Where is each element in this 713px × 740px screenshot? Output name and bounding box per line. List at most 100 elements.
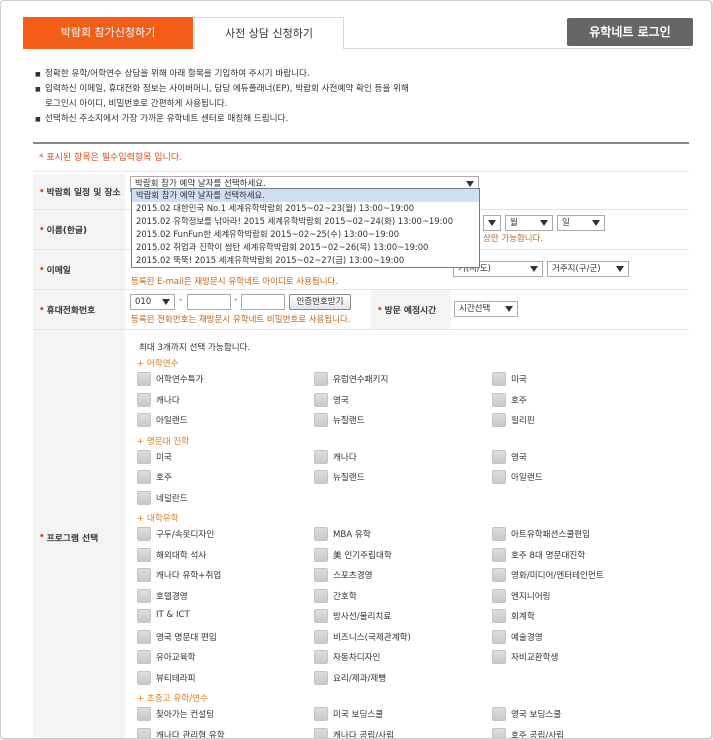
phone-last-input[interactable] [241,294,285,310]
program-checkbox-label[interactable]: 뉴질랜드 [333,471,365,483]
program-checkbox[interactable] [137,588,151,603]
program-checkbox-label[interactable]: IT & ICT [156,610,190,620]
program-checkbox-label[interactable]: 비즈니스(국제관계학) [333,631,411,643]
program-checkbox[interactable] [137,650,151,664]
program-checkbox-label[interactable]: 영화/미디어/엔터테인먼트 [511,569,604,581]
program-checkbox[interactable] [137,670,151,685]
program-checkbox[interactable] [137,490,151,505]
program-checkbox[interactable] [137,392,151,407]
program-checkbox[interactable] [492,609,506,623]
program-checkbox-label[interactable]: 영국 보딩스쿨 [511,708,561,720]
program-checkbox-label[interactable]: 아트유학패션스쿨편입 [511,528,590,540]
program-checkbox[interactable] [137,707,151,721]
program-checkbox-label[interactable]: 캐나다 공립/사립 [333,729,394,739]
program-checkbox[interactable] [492,449,506,464]
program-checkbox[interactable] [314,588,328,603]
program-checkbox-label[interactable]: 예술경영 [511,631,543,643]
program-checkbox-label[interactable]: 요리/제과/제빵 [333,672,386,684]
program-checkbox[interactable] [314,547,328,562]
program-checkbox[interactable] [492,650,506,664]
program-checkbox[interactable] [137,470,151,484]
program-checkbox[interactable] [492,588,506,603]
visit-time-select[interactable]: 시간선택 [454,301,518,317]
verify-code-button[interactable]: 인증번호받기 [289,294,351,310]
program-checkbox-label[interactable]: 회계학 [511,610,535,622]
program-checkbox-label[interactable]: 영국 [511,451,527,463]
birth-day-select[interactable]: 일 [557,215,605,231]
program-checkbox-label[interactable]: 구두/속옷디자인 [156,528,214,540]
district-select[interactable]: 거주지(구/군) [547,261,629,277]
program-checkbox-label[interactable]: 호텔경영 [156,590,188,602]
program-checkbox[interactable] [492,547,506,562]
program-checkbox-label[interactable]: 美 인기주립대학 [333,549,392,561]
program-checkbox[interactable] [137,727,151,738]
program-checkbox-label[interactable]: 자동차디자인 [333,651,380,663]
login-button[interactable]: 유학네트 로그인 [567,18,693,46]
program-checkbox[interactable] [314,568,328,582]
schedule-option[interactable]: 2015.02 대한민국 No.1 세계유학박람회 2015~02~23(월) … [132,202,479,215]
program-checkbox[interactable] [492,470,506,484]
program-checkbox[interactable] [314,413,328,427]
program-checkbox-label[interactable]: 아일랜드 [511,471,543,483]
program-checkbox[interactable] [314,392,328,407]
program-checkbox[interactable] [314,707,328,721]
program-checkbox[interactable] [137,527,151,541]
program-checkbox-label[interactable]: 네덜란드 [156,492,188,504]
program-checkbox-label[interactable]: 영국 명문대 편입 [156,631,217,643]
program-checkbox-label[interactable]: 엔지니어링 [511,590,551,602]
program-checkbox[interactable] [492,727,506,738]
program-checkbox-label[interactable]: 호주 [511,394,527,406]
schedule-option[interactable]: 2015.02 FunFun한 세계유학박람회 2015~02~25(수) 13… [132,228,479,241]
program-checkbox-label[interactable]: 유아교육학 [156,651,196,663]
program-checkbox-label[interactable]: 캐나다 [156,394,180,406]
tab-pre-consultation[interactable]: 사전 상담 신청하기 [194,17,344,49]
schedule-option[interactable]: 2015.02 취업과 진학이 쌈탄 세계유학박람회 2015~02~26(목)… [132,241,479,254]
program-checkbox[interactable] [137,413,151,427]
schedule-option[interactable]: 박람회 참가 예약 날자를 선택하세요. [132,189,479,202]
program-checkbox[interactable] [314,629,328,644]
program-checkbox[interactable] [314,650,328,664]
program-checkbox[interactable] [314,470,328,484]
program-checkbox-label[interactable]: 호주 8대 명문대진학 [511,549,585,561]
phone-middle-input[interactable] [187,294,231,310]
program-checkbox-label[interactable]: 뷰티테라피 [156,672,196,684]
program-checkbox-label[interactable]: 스포츠경영 [333,569,373,581]
program-checkbox-label[interactable]: 캐나다 [333,451,357,463]
program-checkbox[interactable] [492,707,506,721]
program-checkbox[interactable] [314,609,328,623]
program-checkbox[interactable] [314,372,328,386]
program-checkbox-label[interactable]: 간호학 [333,590,357,602]
program-checkbox-label[interactable]: MBA 유학 [333,528,371,540]
program-checkbox[interactable] [492,568,506,582]
program-checkbox[interactable] [492,629,506,644]
program-checkbox-label[interactable]: 호주 [156,471,172,483]
program-checkbox-label[interactable]: 찾아가는 컨설팅 [156,708,214,720]
program-checkbox[interactable] [492,372,506,386]
program-checkbox-label[interactable]: 미국 [156,451,172,463]
program-checkbox[interactable] [492,413,506,427]
program-checkbox-label[interactable]: 아일랜드 [156,414,188,426]
program-checkbox-label[interactable]: 유럽연수패키지 [333,373,388,385]
program-checkbox[interactable] [137,609,151,623]
program-checkbox-label[interactable]: 방사선/물리치료 [333,610,391,622]
program-checkbox-label[interactable]: 미국 [511,373,527,385]
schedule-option[interactable]: 2015.02 유학정보를 낚아라! 2015 세계유학박람회 2015~02~… [132,215,479,228]
program-checkbox[interactable] [314,449,328,464]
program-checkbox-label[interactable]: 캐나다 유학+취업 [156,569,221,581]
schedule-option[interactable]: 2015.02 뚝뚝! 2015 세계유학박람회 2015~02~27(금) 1… [132,254,479,267]
program-checkbox[interactable] [137,568,151,582]
program-checkbox[interactable] [137,629,151,644]
program-checkbox-label[interactable]: 영국 [333,394,349,406]
program-checkbox-label[interactable]: 자비교환학생 [511,651,558,663]
program-checkbox-label[interactable]: 어학연수특가 [156,373,203,385]
program-checkbox[interactable] [137,449,151,464]
birth-year-select[interactable] [483,215,501,231]
tab-fair-registration[interactable]: 박람회 참가신청하기 [23,17,193,49]
program-checkbox-label[interactable]: 해외대학 석사 [156,549,206,561]
program-checkbox[interactable] [492,392,506,407]
program-checkbox[interactable] [314,527,328,541]
program-checkbox-label[interactable]: 미국 보딩스쿨 [333,708,383,720]
program-checkbox-label[interactable]: 필리핀 [511,414,535,426]
program-checkbox-label[interactable]: 뉴질랜드 [333,414,365,426]
program-checkbox[interactable] [492,527,506,541]
